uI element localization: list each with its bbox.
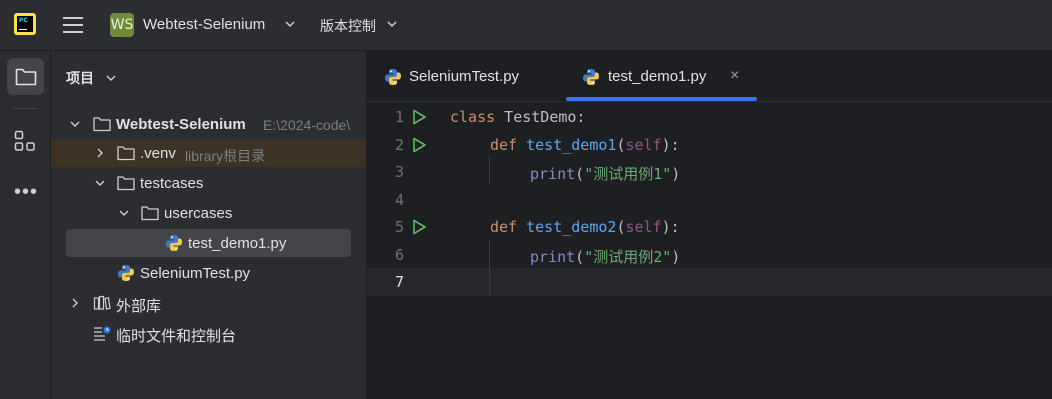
code-builtin: print bbox=[530, 248, 576, 266]
run-icon[interactable] bbox=[411, 137, 427, 153]
run-icon[interactable] bbox=[411, 109, 427, 125]
code-text: ) bbox=[671, 248, 681, 266]
python-file-icon bbox=[166, 235, 182, 251]
code-line: class TestDemo: bbox=[450, 108, 585, 126]
tree-item-label: testcases bbox=[140, 175, 204, 192]
indent-guide bbox=[489, 240, 490, 296]
tree-item-scratches[interactable]: 临时文件和控制台 bbox=[51, 319, 366, 347]
code-keyword: def bbox=[490, 136, 518, 154]
tree-item-webtest-selenium[interactable]: Webtest-Selenium E:\2024-code\ bbox=[51, 110, 366, 138]
hamburger-menu-icon[interactable] bbox=[62, 14, 84, 36]
chevron-down-icon[interactable] bbox=[105, 72, 117, 84]
tool-window-strip: ••• bbox=[0, 51, 51, 399]
code-string: "测试用例2" bbox=[584, 248, 672, 266]
code-self: self bbox=[625, 218, 662, 236]
line-number: 5 bbox=[394, 218, 404, 236]
code-self: self bbox=[625, 136, 662, 154]
folder-icon bbox=[15, 68, 37, 86]
code-text: ): bbox=[661, 218, 680, 236]
line-number: 2 bbox=[394, 136, 404, 154]
folder-icon bbox=[93, 117, 111, 132]
current-line-highlight: 7 bbox=[367, 268, 1052, 296]
code-line: def test_demo2(self): bbox=[490, 218, 680, 236]
tree-item-label: Webtest-Selenium bbox=[116, 116, 246, 133]
code-line: def test_demo1(self): bbox=[490, 136, 680, 154]
tree-item-label: 临时文件和控制台 bbox=[116, 328, 237, 345]
structure-icon[interactable] bbox=[14, 130, 36, 152]
line-number: 7 bbox=[394, 273, 404, 291]
tree-item-label: test_demo1.py bbox=[188, 235, 287, 252]
toolstrip-divider bbox=[12, 108, 38, 109]
chevron-right-icon[interactable] bbox=[95, 148, 105, 158]
more-icon[interactable]: ••• bbox=[14, 181, 38, 204]
project-badge[interactable]: WS bbox=[110, 13, 134, 37]
scratches-icon bbox=[94, 326, 111, 341]
tree-item-seleniumtest[interactable]: SeleniumTest.py bbox=[51, 259, 366, 287]
chevron-down-icon[interactable] bbox=[119, 208, 129, 218]
code-builtin: print bbox=[530, 165, 576, 183]
code-text: ) bbox=[671, 165, 681, 183]
tree-item-label: usercases bbox=[164, 205, 233, 222]
active-tab-indicator bbox=[566, 97, 757, 101]
editor-tabs: SeleniumTest.py test_demo1.py × bbox=[367, 51, 1052, 102]
code-function: test_demo1 bbox=[526, 136, 617, 154]
tree-item-test-demo1[interactable]: test_demo1.py bbox=[66, 229, 351, 257]
code-editor[interactable]: 7 1 2 3 4 5 6 class TestDemo: def test_d… bbox=[367, 102, 1052, 399]
pycharm-logo-icon[interactable]: PC bbox=[14, 13, 36, 35]
line-number: 6 bbox=[394, 246, 404, 264]
code-line: print("测试用例2") bbox=[530, 246, 680, 267]
close-icon[interactable]: × bbox=[730, 67, 739, 85]
tree-item-external-libraries[interactable]: 外部库 bbox=[51, 289, 366, 317]
chevron-down-icon[interactable] bbox=[70, 119, 80, 129]
run-icon[interactable] bbox=[411, 219, 427, 235]
code-text: ( bbox=[575, 165, 585, 183]
chevron-down-icon[interactable] bbox=[95, 178, 105, 188]
tree-item-label: .venv bbox=[140, 145, 176, 162]
tab-seleniumtest[interactable]: SeleniumTest.py bbox=[367, 51, 566, 102]
indent-guide bbox=[489, 156, 490, 184]
tree-item-label: SeleniumTest.py bbox=[140, 265, 251, 282]
tab-test-demo1[interactable]: test_demo1.py bbox=[566, 51, 757, 102]
chevron-right-icon[interactable] bbox=[70, 298, 80, 308]
title-bar: PC WS Webtest-Selenium 版本控制 bbox=[0, 0, 1052, 51]
code-keyword: class bbox=[450, 108, 496, 126]
project-path: E:\2024-code\ bbox=[263, 117, 351, 133]
line-number: 1 bbox=[394, 108, 404, 126]
panel-title[interactable]: 项目 bbox=[66, 68, 94, 88]
line-number: 4 bbox=[394, 191, 404, 209]
folder-icon bbox=[117, 146, 135, 161]
library-icon bbox=[93, 295, 111, 310]
project-tool-button[interactable] bbox=[7, 58, 44, 95]
tree-item-label: 外部库 bbox=[116, 298, 162, 315]
chevron-down-icon[interactable] bbox=[386, 18, 398, 30]
python-file-icon bbox=[385, 69, 401, 85]
library-root-hint: library根目录 bbox=[185, 148, 266, 164]
code-keyword: def bbox=[490, 218, 518, 236]
code-string: "测试用例1" bbox=[584, 165, 672, 183]
tree-item-usercases[interactable]: usercases bbox=[51, 199, 366, 227]
python-file-icon bbox=[118, 265, 134, 281]
tree-item-venv[interactable]: .venv library根目录 bbox=[51, 139, 366, 167]
chevron-down-icon[interactable] bbox=[284, 18, 296, 30]
vcs-menu[interactable]: 版本控制 bbox=[320, 16, 376, 36]
python-file-icon bbox=[583, 69, 599, 85]
code-text: ( bbox=[575, 248, 585, 266]
code-line: print("测试用例1") bbox=[530, 163, 680, 184]
folder-icon bbox=[117, 176, 135, 191]
line-number: 3 bbox=[394, 163, 404, 181]
code-text: ): bbox=[661, 136, 680, 154]
folder-icon bbox=[141, 206, 159, 221]
code-function: test_demo2 bbox=[526, 218, 617, 236]
tab-label: SeleniumTest.py bbox=[409, 68, 520, 85]
tree-item-testcases[interactable]: testcases bbox=[51, 169, 366, 197]
project-name-dropdown[interactable]: Webtest-Selenium bbox=[143, 16, 265, 33]
code-text: TestDemo: bbox=[495, 108, 586, 126]
tab-label: test_demo1.py bbox=[608, 68, 707, 85]
project-panel: 项目 Webtest-Selenium E:\2024-code\ .venv … bbox=[51, 51, 367, 399]
